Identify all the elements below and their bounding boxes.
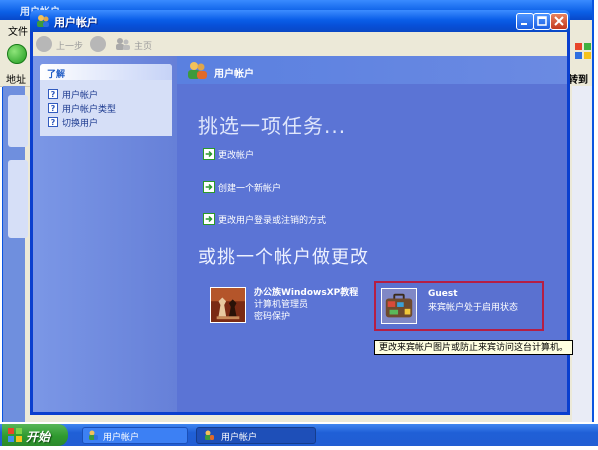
sidebar-item-account-types[interactable]: 用户帐户类型 xyxy=(62,102,116,115)
guest-account-status: 来宾帐户处于启用状态 xyxy=(428,303,519,313)
green-arrow-icon xyxy=(203,148,215,160)
content-header-title: 用户帐户 xyxy=(214,69,254,80)
pick-account-heading: 或挑一个帐户做更改 xyxy=(198,247,369,268)
menu-file[interactable]: 文件 xyxy=(8,23,28,38)
go-button-label[interactable]: 转到 xyxy=(568,71,588,86)
close-button[interactable] xyxy=(550,13,568,30)
back-button-label[interactable]: 上一步 xyxy=(56,39,83,52)
chess-pieces-avatar[interactable] xyxy=(210,287,246,323)
background-task-card xyxy=(8,160,28,238)
start-button-label[interactable]: 开始 xyxy=(26,428,50,445)
learn-about-title: 了解 xyxy=(47,70,66,80)
user-accounts-icon xyxy=(188,62,207,79)
minimize-button[interactable] xyxy=(516,13,534,30)
background-task-card xyxy=(8,95,28,147)
green-arrow-icon xyxy=(203,181,215,193)
user-accounts-icon xyxy=(37,15,49,27)
window-title: 用户帐户 xyxy=(54,16,98,29)
windows-logo-icon xyxy=(575,43,591,59)
address-label: 地址 xyxy=(6,75,26,86)
help-icon: ? xyxy=(48,89,58,99)
home-users-icon[interactable] xyxy=(114,37,132,51)
close-icon xyxy=(554,16,564,26)
green-arrow-icon xyxy=(203,213,215,225)
task-create-account[interactable]: 创建一个新帐户 xyxy=(218,181,281,194)
task-change-logon[interactable]: 更改用户登录或注销的方式 xyxy=(218,213,326,226)
account-password-status: 密码保护 xyxy=(254,312,291,322)
suitcase-avatar[interactable] xyxy=(381,288,417,324)
guest-account-name[interactable]: Guest xyxy=(428,289,458,299)
user-accounts-icon xyxy=(205,430,214,440)
maximize-icon xyxy=(537,16,547,26)
window-titlebar[interactable] xyxy=(30,10,570,32)
back-arrow-icon[interactable] xyxy=(36,36,52,52)
help-icon: ? xyxy=(48,103,58,113)
background-content xyxy=(572,86,592,422)
home-button-label[interactable]: 主页 xyxy=(134,39,152,52)
task-change-account[interactable]: 更改帐户 xyxy=(218,148,254,161)
user-accounts-icon xyxy=(89,430,98,440)
maximize-button[interactable] xyxy=(533,13,551,30)
taskbar-button-label[interactable]: 用户帐户 xyxy=(103,430,139,443)
pick-task-heading: 挑选一项任务... xyxy=(198,114,347,138)
help-icon: ? xyxy=(48,117,58,127)
minimize-icon xyxy=(521,23,527,25)
window-bottom-border xyxy=(30,412,570,415)
back-arrow-icon[interactable] xyxy=(7,44,27,64)
guest-tooltip: 更改来宾帐户图片或防止来宾访问这台计算机。 xyxy=(374,340,574,355)
windows-logo-icon xyxy=(8,428,22,442)
sidebar-item-user-accounts[interactable]: 用户帐户 xyxy=(62,88,98,101)
forward-arrow-icon[interactable] xyxy=(90,36,106,52)
screen-bottom-edge xyxy=(0,446,598,450)
taskbar-button-label[interactable]: 用户帐户 xyxy=(221,430,257,443)
sidebar-item-switch-users[interactable]: 切换用户 xyxy=(62,116,98,129)
